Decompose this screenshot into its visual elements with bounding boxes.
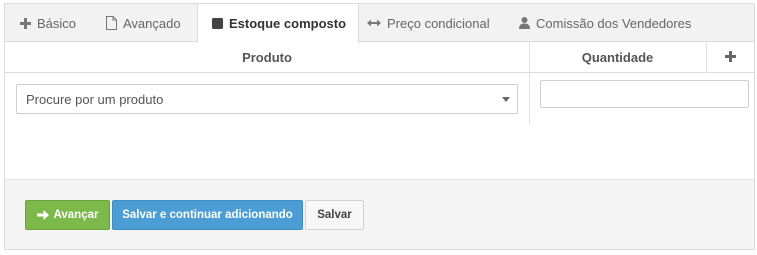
user-icon: [519, 17, 530, 29]
square-icon: [212, 18, 223, 29]
tab-comissao-vendedores[interactable]: Comissão dos Vendedores: [519, 4, 691, 42]
tab-label: Estoque composto: [229, 16, 347, 31]
grid-header: Produto Quantidade: [5, 42, 754, 73]
quantity-input[interactable]: [540, 80, 749, 108]
save-button[interactable]: Salvar: [305, 200, 364, 230]
next-button-label: Avançar: [53, 209, 99, 221]
product-select[interactable]: Procure por um produto: [16, 84, 518, 114]
form-actions: Avançar Salvar e continuar adicionando S…: [5, 179, 754, 249]
arrow-right-icon: [36, 210, 49, 220]
column-divider: [706, 42, 707, 73]
tab-preco-condicional[interactable]: Preço condicional: [367, 4, 490, 42]
plus-icon: [20, 17, 31, 29]
double-arrow-icon: [367, 19, 381, 27]
column-header-produto: Produto: [242, 50, 292, 65]
form-panel: Básico Avançado Estoque composto Preço c…: [4, 3, 755, 250]
column-divider: [529, 42, 530, 125]
plus-icon: [724, 50, 736, 65]
tab-basico[interactable]: Básico: [20, 4, 76, 42]
product-select-placeholder: Procure por um produto: [26, 91, 164, 107]
tab-estoque-composto[interactable]: Estoque composto: [197, 4, 360, 43]
tab-label: Avançado: [123, 15, 181, 31]
column-header-quantidade: Quantidade: [581, 50, 654, 65]
tab-bar: Básico Avançado Estoque composto Preço c…: [5, 4, 754, 43]
chevron-down-icon: [502, 97, 510, 102]
save-and-continue-button[interactable]: Salvar e continuar adicionando: [112, 200, 303, 230]
add-row-button[interactable]: [706, 42, 754, 73]
tab-label: Básico: [37, 15, 77, 31]
tab-label: Preço condicional: [387, 15, 490, 31]
next-button[interactable]: Avançar: [25, 200, 110, 230]
tab-avancado[interactable]: Avançado: [106, 4, 181, 42]
tab-label: Comissão dos Vendedores: [536, 15, 692, 31]
document-icon: [106, 16, 117, 30]
